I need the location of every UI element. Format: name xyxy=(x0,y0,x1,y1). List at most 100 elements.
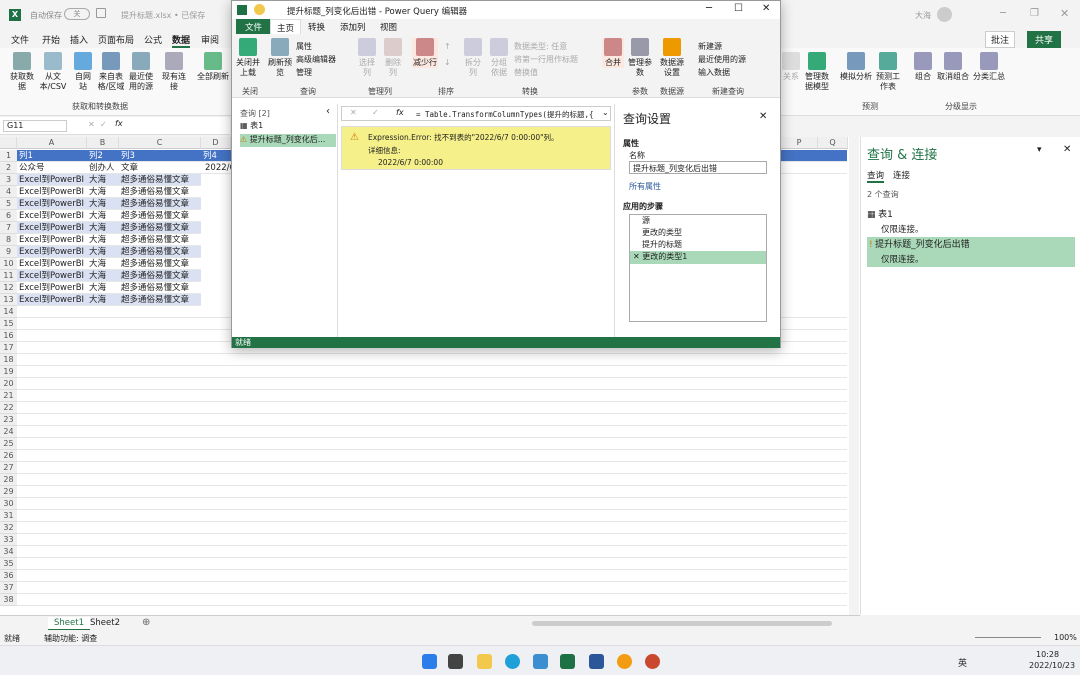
new-source-button[interactable]: 新建源 xyxy=(698,41,722,52)
pq-tab-file[interactable]: 文件 xyxy=(236,19,272,35)
share-button[interactable]: 共享 xyxy=(1027,31,1062,48)
empty-row[interactable] xyxy=(17,426,847,438)
empty-row[interactable] xyxy=(17,510,847,522)
row-header[interactable]: 19 xyxy=(0,366,17,378)
from-table-button[interactable]: 来自表格/区域 xyxy=(96,52,126,92)
clock-date[interactable]: 2022/10/23 xyxy=(1029,661,1075,670)
step-item[interactable]: 更改的类型 xyxy=(630,227,766,239)
refresh-preview-button[interactable]: 刷新预览 xyxy=(268,38,292,78)
row-header[interactable]: 35 xyxy=(0,558,17,570)
zoom-slider[interactable] xyxy=(975,637,1041,638)
row-header[interactable]: 15 xyxy=(0,318,17,330)
empty-row[interactable] xyxy=(17,378,847,390)
add-sheet-icon[interactable]: ⊕ xyxy=(142,617,150,628)
row-header[interactable]: 3 xyxy=(0,174,17,186)
pq-tab-transform[interactable]: 转换 xyxy=(308,21,325,33)
row-header[interactable]: 4 xyxy=(0,186,17,198)
manage-model-button[interactable]: 管理数据模型 xyxy=(802,52,832,92)
group-by-button[interactable]: 分组依据 xyxy=(488,38,510,78)
avatar[interactable] xyxy=(937,7,952,22)
settings-close-icon[interactable]: ✕ xyxy=(759,111,767,122)
menu-data[interactable]: 数据 xyxy=(172,33,191,48)
replace-values-button[interactable]: 替换值 xyxy=(514,67,538,78)
empty-row[interactable] xyxy=(17,390,847,402)
expand-icon[interactable]: ⌄ xyxy=(602,108,609,117)
check-icon[interactable]: ✓ xyxy=(372,108,379,117)
pq-close-icon[interactable]: ✕ xyxy=(762,3,770,14)
get-data-button[interactable]: 获取数据 xyxy=(8,52,36,92)
remove-columns-button[interactable]: 删除列 xyxy=(382,38,404,78)
close-load-button[interactable]: 关闭并上载 xyxy=(235,38,261,78)
name-box[interactable]: G11 xyxy=(3,120,67,132)
row-header[interactable]: 36 xyxy=(0,570,17,582)
all-props-link[interactable]: 所有属性 xyxy=(629,181,661,192)
first-row-header-button[interactable]: 将第一行用作标题 xyxy=(514,54,578,65)
row-header[interactable]: 33 xyxy=(0,534,17,546)
enter-data-button[interactable]: 输入数据 xyxy=(698,67,730,78)
row-header[interactable]: 37 xyxy=(0,582,17,594)
what-if-button[interactable]: 模拟分析 xyxy=(840,52,872,82)
row-header[interactable]: 6 xyxy=(0,210,17,222)
properties-button[interactable]: 属性 xyxy=(296,41,312,52)
file-explorer-icon[interactable] xyxy=(477,654,492,669)
step-item-selected[interactable]: ✕ 更改的类型1 xyxy=(630,251,766,264)
menu-review[interactable]: 审阅 xyxy=(201,33,219,46)
row-header[interactable]: 26 xyxy=(0,450,17,462)
col-header[interactable]: D xyxy=(201,137,231,149)
existing-connections-button[interactable]: 现有连接 xyxy=(160,52,188,92)
recent-sources-button[interactable]: 最近使用的源 xyxy=(698,54,746,65)
check-icon[interactable]: ✓ xyxy=(100,120,107,129)
row-header[interactable]: 28 xyxy=(0,474,17,486)
row-header[interactable]: 14 xyxy=(0,306,17,318)
row-header[interactable]: 31 xyxy=(0,510,17,522)
pq-formula-bar[interactable]: ✕ ✓ fx = Table.TransformColumnTypes(提升的标… xyxy=(341,106,611,121)
row-header[interactable]: 2 xyxy=(0,162,17,174)
row-header[interactable]: 5 xyxy=(0,198,17,210)
refresh-all-button[interactable]: 全部刷新 xyxy=(196,52,230,82)
restore-icon[interactable]: ❐ xyxy=(1030,8,1039,19)
sheet-tab[interactable]: Sheet2 xyxy=(90,618,120,628)
split-column-button[interactable]: 拆分列 xyxy=(462,38,484,78)
horizontal-scrollbar[interactable] xyxy=(532,621,832,626)
forecast-button[interactable]: 预测工作表 xyxy=(874,52,902,92)
pq-tab-addcol[interactable]: 添加列 xyxy=(340,21,366,33)
vertical-scrollbar[interactable] xyxy=(849,137,859,615)
row-header[interactable]: 30 xyxy=(0,498,17,510)
menu-insert[interactable]: 插入 xyxy=(70,33,88,46)
empty-row[interactable] xyxy=(17,450,847,462)
col-header[interactable]: Q xyxy=(818,137,848,149)
ungroup-button[interactable]: 取消组合 xyxy=(936,52,970,82)
corner[interactable] xyxy=(0,137,17,149)
cancel-icon[interactable]: ✕ xyxy=(88,120,95,129)
row-header[interactable]: 18 xyxy=(0,354,17,366)
row-header[interactable]: 12 xyxy=(0,282,17,294)
row-header[interactable]: 29 xyxy=(0,486,17,498)
empty-row[interactable] xyxy=(17,438,847,450)
empty-row[interactable] xyxy=(17,402,847,414)
from-web-button[interactable]: 自网站 xyxy=(72,52,94,92)
empty-row[interactable] xyxy=(17,570,847,582)
menu-home[interactable]: 开始 xyxy=(42,33,60,46)
row-header[interactable]: 10 xyxy=(0,258,17,270)
row-header[interactable]: 7 xyxy=(0,222,17,234)
save-icon[interactable] xyxy=(96,8,106,18)
manage-button[interactable]: 管理 xyxy=(296,67,312,78)
pq-minimize-icon[interactable]: ─ xyxy=(706,3,712,14)
word-icon[interactable] xyxy=(589,654,604,669)
edge-icon[interactable] xyxy=(505,654,520,669)
empty-row[interactable] xyxy=(17,594,847,606)
relations-button[interactable]: 关系 xyxy=(780,52,802,82)
select-columns-button[interactable]: 选择列 xyxy=(356,38,378,78)
comment-button[interactable]: 批注 xyxy=(985,31,1016,48)
empty-row[interactable] xyxy=(17,558,847,570)
row-header[interactable]: 23 xyxy=(0,414,17,426)
empty-row[interactable] xyxy=(17,354,847,366)
row-header[interactable]: 8 xyxy=(0,234,17,246)
row-header[interactable]: 21 xyxy=(0,390,17,402)
row-header[interactable]: 22 xyxy=(0,402,17,414)
accessibility-status[interactable]: 辅助功能: 调查 xyxy=(44,633,97,644)
pane-close-icon[interactable]: ✕ xyxy=(1063,144,1071,155)
empty-row[interactable] xyxy=(17,462,847,474)
row-header[interactable]: 17 xyxy=(0,342,17,354)
menu-file[interactable]: 文件 xyxy=(11,33,29,46)
